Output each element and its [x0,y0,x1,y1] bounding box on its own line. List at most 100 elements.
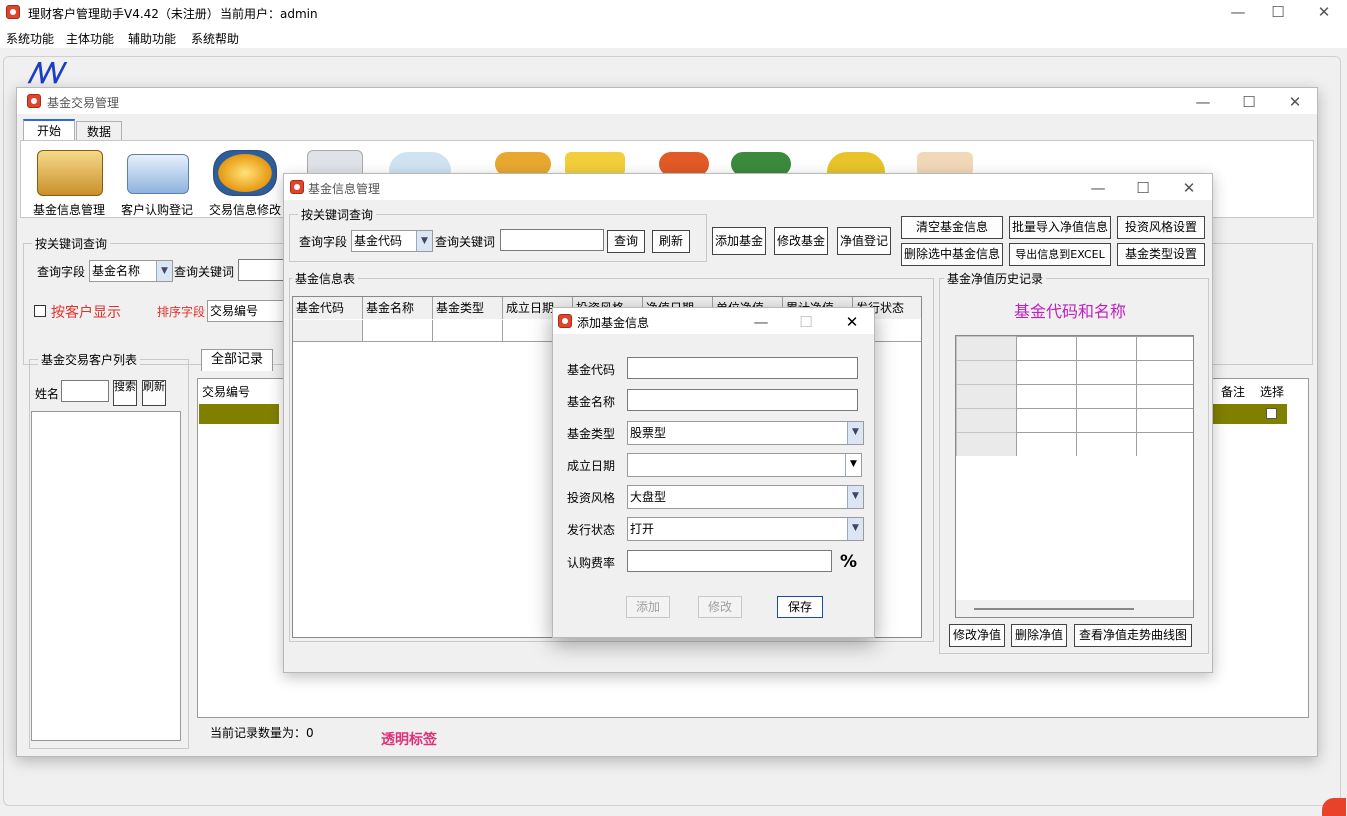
close-icon[interactable]: ✕ [832,312,872,332]
fund-refresh-button[interactable]: 刷新 [652,230,690,253]
chart-folder-icon [37,150,103,196]
app-title: 理财客户管理助手V4.42（未注册） [28,7,219,21]
fund-info-title: 基金信息管理 [308,182,381,196]
tool-fund-info[interactable]: 基金信息管理 [31,150,111,222]
nav-history-group-label: 基金净值历史记录 [944,270,1047,287]
fund-name-input[interactable] [627,389,858,411]
fund-query-keyword-input[interactable] [500,229,604,251]
invest-style-select[interactable]: 大盘型 ▼ [627,485,864,509]
tool-trade-edit[interactable]: 交易信息修改 [205,150,287,222]
fund-query-field-select[interactable]: 基金代码 ▼ [351,230,433,252]
issue-status-select[interactable]: 打开 ▼ [627,517,864,541]
ribbon-tab-data[interactable]: 数据 [76,121,122,141]
minimize-icon[interactable]: — [741,312,781,332]
fund-query-group-label: 按关键词查询 [298,206,377,223]
nav-history-table[interactable] [955,335,1194,618]
fund-query-button[interactable]: 查询 [607,230,645,253]
delete-selected-fund-button[interactable]: 删除选中基金信息 [901,243,1003,266]
tool-customer-subscribe[interactable]: 客户认购登记 [117,150,199,222]
window-icon [290,180,304,194]
invest-style-settings-button[interactable]: 投资风格设置 [1117,216,1205,239]
fund-trade-title: 基金交易管理 [47,96,120,110]
coins-hexagon-icon [213,150,277,196]
current-user: 当前用户：admin [220,7,318,21]
minimize-icon[interactable]: — [1218,2,1258,22]
nav-history-scrollbar[interactable] [956,600,1193,617]
fund-type-settings-button[interactable]: 基金类型设置 [1117,243,1205,266]
field-label-fund-type: 基金类型 [567,427,616,441]
nav-trend-chart-button[interactable]: 查看净值走势曲线图 [1074,624,1192,647]
add-fund-title: 添加基金信息 [577,316,650,330]
sort-field-select[interactable]: 交易编号 [207,300,287,322]
menu-help[interactable]: 系统帮助 [191,30,239,47]
chevron-down-icon: ▼ [847,486,863,508]
percent-sign: % [840,552,858,572]
trade-table-header-id: 交易编号 [202,385,251,399]
menu-system[interactable]: 系统功能 [6,30,54,47]
tab-all-records[interactable]: 全部记录 [201,349,273,371]
col-fund-name[interactable]: 基金名称 [363,297,433,319]
trade-query-field-select[interactable]: 基金名称 ▼ [89,260,173,282]
table-cell[interactable] [433,320,503,342]
sort-field-label: 排序字段 [157,305,206,319]
save-button[interactable]: 保存 [777,596,823,618]
fund-table-group-label: 基金信息表 [292,270,359,287]
customer-search-button[interactable]: 搜索 [113,380,137,406]
establish-date-picker[interactable]: ▼ [627,453,862,477]
customer-list[interactable] [31,411,181,741]
row-select-checkbox[interactable] [1266,408,1277,419]
batch-import-nav-button[interactable]: 批量导入净值信息 [1009,216,1111,239]
chevron-down-icon: ▼ [847,518,863,540]
trade-table-header-note: 备注 [1221,385,1246,399]
trade-selected-row[interactable] [199,404,279,424]
customer-list-group-label: 基金交易客户列表 [38,351,141,368]
maximize-icon[interactable]: ☐ [1258,2,1298,22]
add-fund-button[interactable]: 添加基金 [712,227,766,255]
edit-nav-button[interactable]: 修改净值 [949,624,1005,647]
menu-aux[interactable]: 辅助功能 [128,30,176,47]
fund-query-field-label: 查询字段 [299,235,348,249]
close-icon[interactable]: ✕ [1169,178,1209,198]
edit-fund-button[interactable]: 修改基金 [774,227,828,255]
col-fund-type[interactable]: 基金类型 [433,297,503,319]
delete-nav-button[interactable]: 删除净值 [1011,624,1067,647]
customer-name-label: 姓名 [35,387,60,401]
edit-button[interactable]: 修改 [698,596,742,618]
close-icon[interactable]: ✕ [1304,2,1344,22]
table-cell[interactable] [293,320,363,342]
clear-fund-info-button[interactable]: 清空基金信息 [901,216,1003,239]
menu-main[interactable]: 主体功能 [66,30,114,47]
maximize-icon[interactable]: ☐ [1229,92,1269,112]
add-button[interactable]: 添加 [626,596,670,618]
corner-badge [1322,798,1346,816]
show-by-customer-label: 按客户显示 [51,305,121,321]
fund-type-select[interactable]: 股票型 ▼ [627,421,864,445]
minimize-icon[interactable]: — [1078,178,1118,198]
show-by-customer-checkbox[interactable] [34,305,46,317]
fund-code-input[interactable] [627,357,858,379]
window-icon [27,94,41,108]
subscription-fee-input[interactable] [627,550,832,572]
maximize-icon[interactable]: ☐ [786,312,826,332]
col-fund-code[interactable]: 基金代码 [293,297,363,319]
minimize-icon[interactable]: — [1183,92,1223,112]
invest-style-value: 大盘型 [630,490,667,504]
fund-trade-titlebar: 基金交易管理 — ☐ ✕ [17,88,1317,114]
trade-query-field-label: 查询字段 [37,265,86,279]
nav-register-button[interactable]: 净值登记 [837,227,891,255]
export-excel-button[interactable]: 导出信息到EXCEL [1009,243,1111,266]
scroll-thumb[interactable] [974,608,1134,610]
customer-refresh-button[interactable]: 刷新 [142,380,166,406]
maximize-icon[interactable]: ☐ [1123,178,1163,198]
field-label-fund-code: 基金代码 [567,363,616,377]
trade-query-group-label: 按关键词查询 [32,235,111,252]
tool-fund-info-label: 基金信息管理 [33,203,106,217]
close-icon[interactable]: ✕ [1275,92,1315,112]
add-fund-titlebar: 添加基金信息 — ☐ ✕ [553,308,874,334]
trade-query-keyword-input[interactable] [238,259,288,281]
trade-table-header-select: 选择 [1260,385,1285,399]
fund-query-keyword-label: 查询关键词 [435,235,496,249]
ribbon-tab-start[interactable]: 开始 [23,119,75,141]
customer-name-input[interactable] [61,380,109,402]
table-cell[interactable] [363,320,433,342]
